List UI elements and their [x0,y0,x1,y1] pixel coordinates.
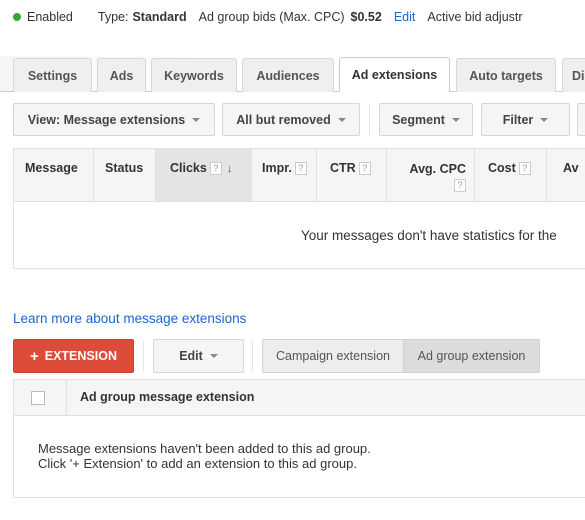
column-header-cost[interactable]: Cost? [475,149,547,201]
tab-auto-targets[interactable]: Auto targets [456,58,556,92]
chevron-down-icon [192,117,201,122]
toolbar-divider [369,105,370,135]
column-header-avg-cpc[interactable]: Avg. CPC ? [387,149,475,201]
ad-group-extension-table: Ad group message extension Message exten… [13,379,585,498]
select-all-checkbox[interactable] [31,391,45,405]
chevron-down-icon [451,117,460,122]
help-icon[interactable]: ? [294,162,307,175]
segment-label: Segment [392,112,445,127]
edit-bid-link[interactable]: Edit [394,10,416,24]
help-icon[interactable]: ? [518,162,531,175]
filter-label: Filter [502,112,534,127]
help-icon[interactable]: ? [358,162,371,175]
view-dropdown-label: View: Message extensions [27,112,186,127]
ad-group-status-bar: Enabled Type: Standard Ad group bids (Ma… [0,0,585,34]
stats-table-header: Message Status Clicks? ↓ Impr.? CTR? Avg.… [14,149,585,202]
toolbar-divider [143,341,144,371]
column-header-impr[interactable]: Impr.? [252,149,317,201]
sort-descending-icon: ↓ [226,163,233,175]
column-header-ad-group-message-extension[interactable]: Ad group message extension [80,390,254,404]
enabled-status-icon [13,13,21,21]
tab-bar: Settings Ads Keywords Audiences Ad exten… [0,56,585,92]
column-header-status[interactable]: Status [94,149,156,201]
column-header-ctr[interactable]: CTR? [317,149,387,201]
stats-empty-message: Your messages don't have statistics for … [301,228,557,243]
chevron-down-icon [337,117,346,122]
bid-label: Ad group bids (Max. CPC) [198,10,345,24]
learn-more-link[interactable]: Learn more about message extensions [13,311,246,326]
tab-settings[interactable]: Settings [13,58,92,92]
column-header-clicks[interactable]: Clicks? ↓ [156,149,252,201]
chevron-down-icon [540,117,549,122]
select-all-cell [14,380,67,415]
tab-ads[interactable]: Ads [97,58,146,92]
status-text: Enabled [27,10,73,24]
bid-adjustments-label: Active bid adjustr [427,10,523,24]
type-value: Standard [132,10,187,24]
chevron-down-icon [209,354,218,358]
tab-partial[interactable]: Di [562,58,585,92]
stats-toolbar: View: Message extensions All but removed… [0,103,585,137]
plus-icon: + [29,347,39,365]
status-filter-dropdown[interactable]: All but removed [222,103,360,136]
toolbar-partial-button[interactable] [577,103,585,136]
ad-group-extension-toggle[interactable]: Ad group extension [403,339,540,373]
extension-empty-message: Message extensions haven't been added to… [38,441,371,471]
segment-dropdown[interactable]: Segment [379,103,473,136]
view-dropdown[interactable]: View: Message extensions [13,103,215,136]
help-icon[interactable]: ? [454,179,466,192]
filter-dropdown[interactable]: Filter [481,103,570,136]
add-extension-button[interactable]: + EXTENSION [13,339,134,373]
type-label: Type: [97,10,129,24]
status-filter-label: All but removed [236,112,331,127]
column-header-partial[interactable]: Av [547,149,585,201]
extension-table-header: Ad group message extension [14,380,585,416]
message-stats-table: Message Status Clicks? ↓ Impr.? CTR? Avg.… [13,148,585,269]
tab-ad-extensions[interactable]: Ad extensions [339,57,450,92]
tab-keywords[interactable]: Keywords [151,58,237,92]
toolbar-divider [252,341,253,371]
column-header-message[interactable]: Message [14,149,94,201]
bid-value: $0.52 [350,10,382,24]
edit-dropdown[interactable]: Edit [153,339,244,373]
campaign-extension-toggle[interactable]: Campaign extension [262,339,404,373]
help-icon[interactable]: ? [209,162,222,175]
tab-audiences[interactable]: Audiences [242,58,334,92]
